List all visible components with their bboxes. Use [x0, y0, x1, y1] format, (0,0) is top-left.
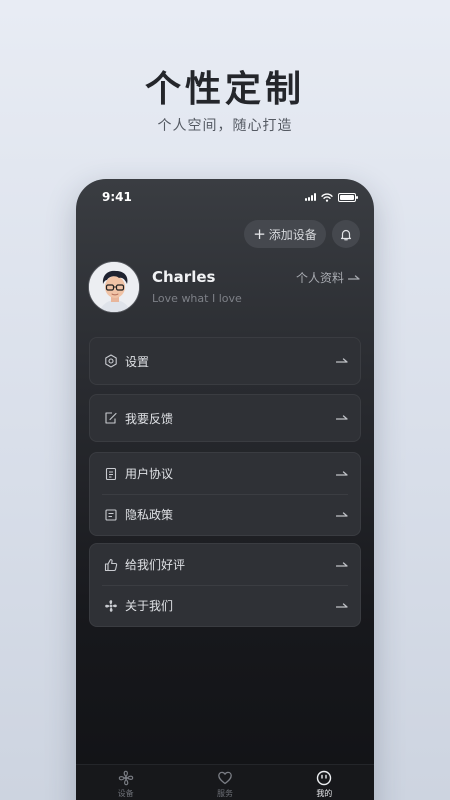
fan-icon [118, 770, 133, 786]
tab-label: 我的 [316, 789, 333, 798]
signal-icon [305, 193, 316, 201]
avatar-illustration [89, 262, 139, 312]
menu-item-settings[interactable]: 设置 [90, 338, 360, 384]
policy-icon [104, 508, 118, 522]
menu-item-feedback[interactable]: 我要反馈 [90, 395, 360, 441]
status-icons [305, 192, 358, 202]
tab-label: 服务 [216, 789, 233, 798]
bell-icon [340, 229, 352, 240]
menu-label: 给我们好评 [125, 558, 186, 572]
feedback-icon [104, 411, 118, 425]
thumbs-up-icon [104, 558, 118, 572]
tab-services[interactable]: 服务 [175, 765, 274, 800]
settings-card: 设置 [89, 337, 361, 385]
avatar[interactable] [88, 261, 140, 313]
plus-icon: + [253, 224, 266, 243]
tab-devices[interactable]: 设备 [76, 765, 175, 800]
fan-icon [104, 599, 118, 613]
user-name: Charles [152, 268, 216, 286]
arrow-right-icon [336, 470, 348, 476]
arrow-right-icon [336, 511, 348, 517]
menu-label: 隐私政策 [125, 508, 174, 522]
legal-card: 用户协议 隐私政策 [89, 452, 361, 536]
menu-item-rate[interactable]: 给我们好评 [90, 544, 360, 585]
heart-icon [218, 771, 232, 785]
document-icon [104, 467, 118, 481]
hero-subtitle: 个人空间，随心打造 [157, 118, 293, 134]
face-icon [317, 770, 332, 786]
hero-title: 个性定制 [144, 69, 305, 110]
tab-mine[interactable]: 我的 [275, 765, 374, 800]
profile-link-label: 个人资料 [295, 271, 344, 285]
arrow-right-icon [336, 602, 348, 608]
user-bio: Love what I love [152, 292, 242, 305]
menu-label: 我要反馈 [125, 411, 174, 426]
status-bar: 9:41 [102, 189, 358, 205]
menu-label: 用户协议 [125, 467, 174, 481]
battery-icon [338, 192, 358, 202]
menu-item-about[interactable]: 关于我们 [90, 585, 360, 626]
arrow-right-icon [348, 274, 360, 280]
tab-label: 设备 [117, 789, 134, 798]
feedback-card: 我要反馈 [89, 394, 361, 442]
add-device-label: 添加设备 [268, 227, 317, 242]
menu-label: 关于我们 [125, 599, 174, 613]
profile-link[interactable]: 个人资料 [296, 269, 360, 286]
settings-icon [104, 354, 118, 368]
arrow-right-icon [336, 358, 348, 363]
arrow-right-icon [336, 561, 348, 567]
phone-screen: 9:41 + 添加设备 Charles Love what I love 个人资… [76, 179, 374, 800]
wifi-icon [321, 192, 333, 202]
menu-item-agreement[interactable]: 用户协议 [90, 453, 360, 494]
menu-item-privacy[interactable]: 隐私政策 [90, 494, 360, 535]
menu-label: 设置 [125, 354, 150, 369]
tab-bar: 设备 服务 我的 [76, 764, 374, 800]
about-card: 给我们好评 关于我们 [89, 543, 361, 627]
notification-button[interactable] [332, 220, 360, 248]
arrow-right-icon [336, 415, 348, 420]
add-device-button[interactable]: + 添加设备 [244, 220, 326, 248]
status-time: 9:41 [102, 190, 132, 204]
